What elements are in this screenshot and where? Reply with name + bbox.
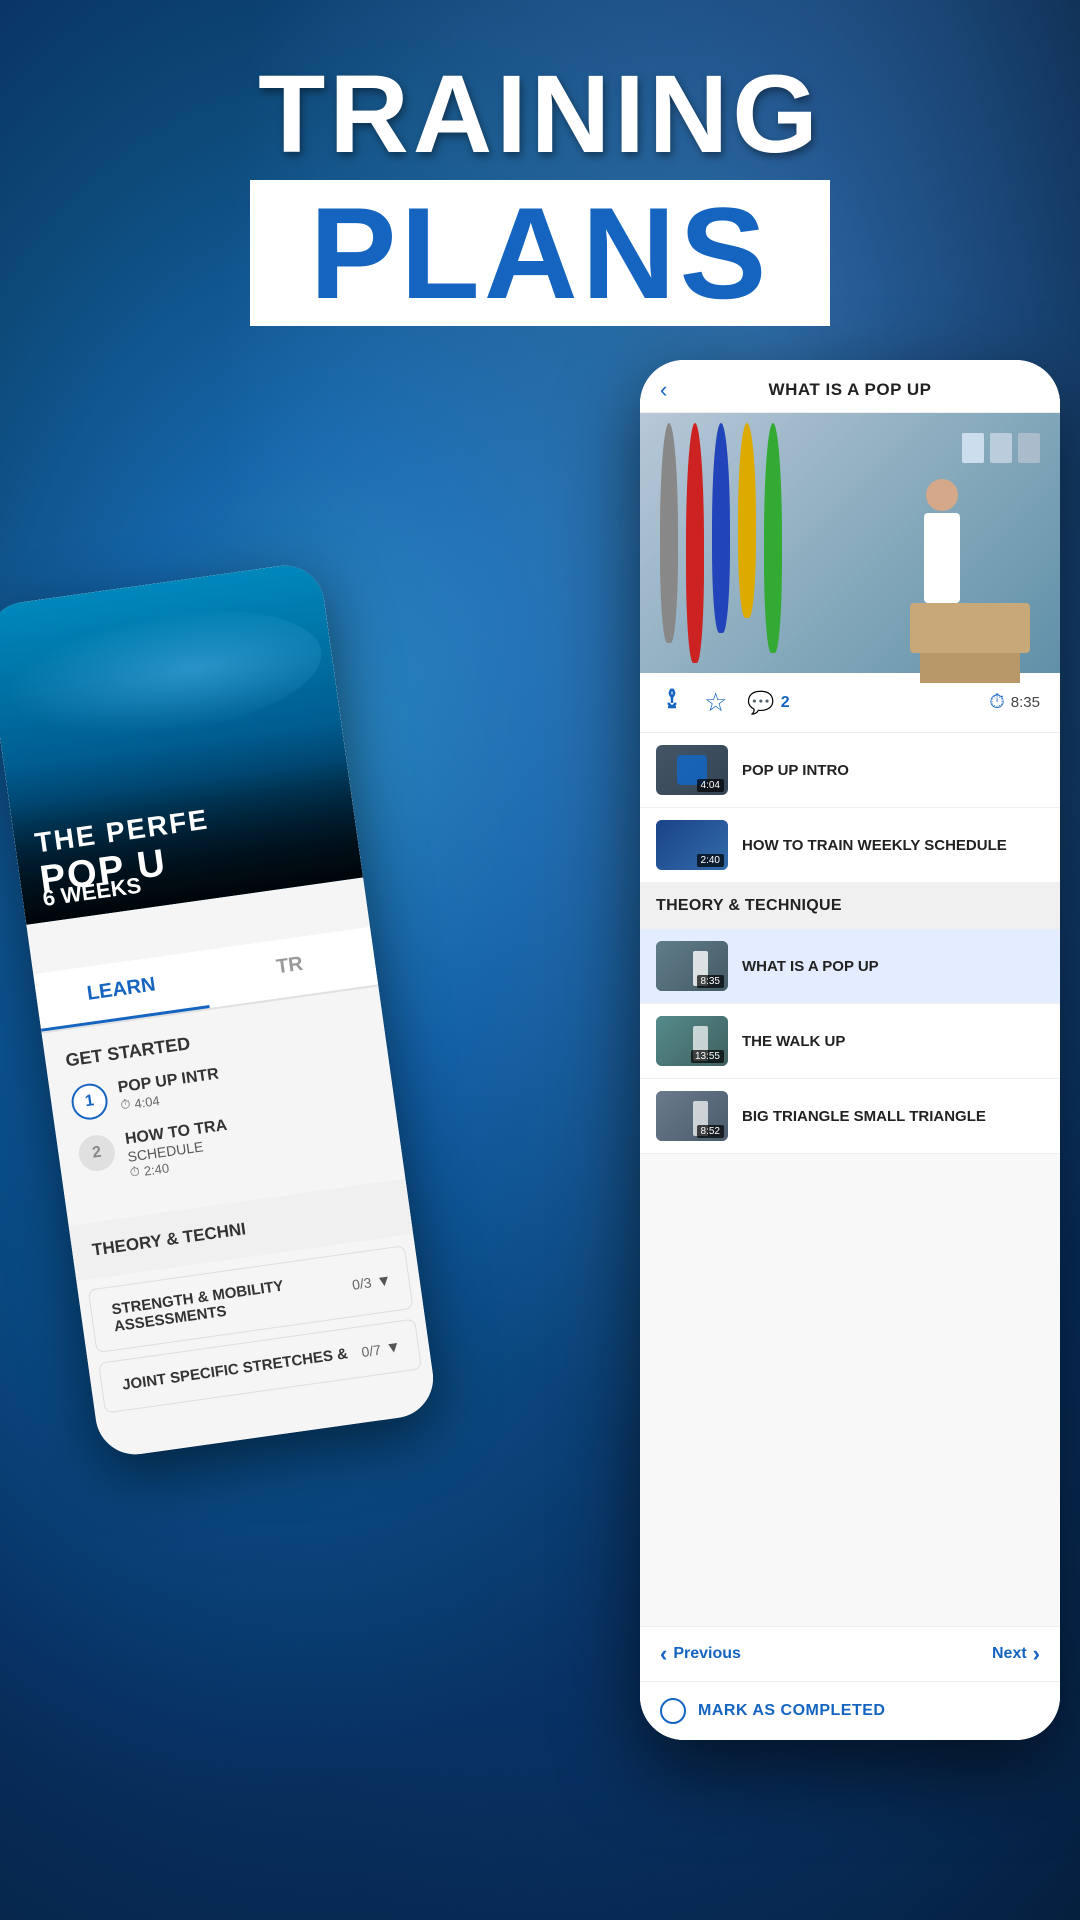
chevron-down-icon-joint: ▾ xyxy=(387,1336,399,1358)
poster-1 xyxy=(962,433,984,463)
comment-count: 2 xyxy=(781,694,790,712)
video-info-how-to-train: HOW TO TRAIN WEEKLY SCHEDULE xyxy=(742,837,1044,854)
joint-title: JOINT SPECIFIC STRETCHES & xyxy=(121,1345,349,1394)
video-item-how-to-train[interactable]: 2:40 HOW TO TRAIN WEEKLY SCHEDULE xyxy=(640,808,1060,883)
duration-text: 8:35 xyxy=(1011,694,1040,711)
training-text: TRAINING xyxy=(0,60,1080,170)
thumb-time-4: 13:55 xyxy=(691,1050,724,1063)
item2-time: 2:40 xyxy=(143,1160,170,1178)
thumb-time-1: 4:04 xyxy=(697,779,724,792)
video-item-walk-up[interactable]: 13:55 THE WALK UP xyxy=(640,1004,1060,1079)
right-phone: ‹ WHAT IS A POP UP xyxy=(640,360,1060,1740)
theory-section-divider: THEORY & TECHNIQUE xyxy=(640,883,1060,929)
video-thumb-big-triangle: 8:52 xyxy=(656,1091,728,1141)
mark-circle-icon xyxy=(660,1698,686,1724)
navigation-bar: ‹ Previous Next › xyxy=(640,1626,1060,1681)
surfboard-4 xyxy=(738,423,756,618)
duration-display: ⏱ 8:35 xyxy=(989,691,1040,714)
download-icon[interactable] xyxy=(660,687,684,718)
surfboard-2 xyxy=(686,423,704,663)
item1-time: 4:04 xyxy=(133,1092,160,1110)
list-info-1: POP UP INTR ⏱ 4:04 xyxy=(117,1066,222,1114)
clock-icon-main: ⏱ xyxy=(989,691,1005,714)
list-num-1: 1 xyxy=(69,1081,110,1122)
person-body xyxy=(924,513,960,603)
theory-video-list: 8:35 WHAT IS A POP UP 13:55 THE WALK UP xyxy=(640,929,1060,1154)
comment-icon: 💬 xyxy=(747,690,774,716)
poster-3 xyxy=(1018,433,1040,463)
clock-icon-1: ⏱ xyxy=(119,1096,131,1113)
list-info-2: HOW TO TRA SCHEDULE ⏱ 2:40 xyxy=(124,1117,233,1181)
video-item-big-triangle[interactable]: 8:52 BIG TRIANGLE SMALL TRIANGLE xyxy=(640,1079,1060,1154)
comments-area[interactable]: 💬 2 xyxy=(747,690,789,716)
video-info-what-popup: WHAT IS A POP UP xyxy=(742,958,1044,975)
surfboard-3 xyxy=(712,423,730,633)
theory-section-title: THEORY & TECHNIQUE xyxy=(656,897,1044,915)
strength-title: STRENGTH & MOBILITY ASSESSMENTS xyxy=(111,1268,355,1335)
person-head xyxy=(926,479,958,511)
surfboard-5 xyxy=(764,423,782,653)
joint-count: 0/7 xyxy=(360,1341,382,1360)
video-info-big-triangle: BIG TRIANGLE SMALL TRIANGLE xyxy=(742,1108,1044,1125)
right-hero-video[interactable] xyxy=(640,413,1060,673)
video-title-big-triangle: BIG TRIANGLE SMALL TRIANGLE xyxy=(742,1108,1044,1125)
thumb-time-2: 2:40 xyxy=(697,854,724,867)
video-info-walk-up: THE WALK UP xyxy=(742,1033,1044,1050)
chevron-down-icon-strength: ▾ xyxy=(378,1269,390,1291)
plans-text: PLANS xyxy=(310,188,771,318)
surfboards-display xyxy=(660,423,780,663)
video-title-how-to-train: HOW TO TRAIN WEEKLY SCHEDULE xyxy=(742,837,1044,854)
mark-completed-bar[interactable]: MARK AS COMPLETED xyxy=(640,1681,1060,1740)
video-item-what-popup[interactable]: 8:35 WHAT IS A POP UP xyxy=(640,929,1060,1004)
list-num-2: 2 xyxy=(76,1133,117,1174)
video-title-walk-up: THE WALK UP xyxy=(742,1033,1044,1050)
bench xyxy=(910,603,1030,653)
clock-icon-2: ⏱ xyxy=(129,1163,141,1180)
right-header-title: WHAT IS A POP UP xyxy=(769,380,932,400)
next-button[interactable]: Next › xyxy=(992,1641,1040,1667)
video-thumb-walk-up: 13:55 xyxy=(656,1016,728,1066)
thumb-time-5: 8:52 xyxy=(697,1125,724,1138)
video-thumb-what-popup: 8:35 xyxy=(656,941,728,991)
star-icon[interactable]: ☆ xyxy=(704,687,727,718)
video-list-top: 4:04 POP UP INTRO 2:40 HOW TO TRAIN WEEK… xyxy=(640,733,1060,883)
poster-2 xyxy=(990,433,1012,463)
right-phone-header: ‹ WHAT IS A POP UP xyxy=(640,360,1060,413)
video-title-what-popup: WHAT IS A POP UP xyxy=(742,958,1044,975)
strength-count: 0/3 xyxy=(351,1274,373,1293)
wall-posters xyxy=(962,433,1040,463)
thumb-time-3: 8:35 xyxy=(697,975,724,988)
next-label: Next xyxy=(992,1645,1027,1663)
video-title-popup-intro: POP UP INTRO xyxy=(742,762,1044,779)
prev-chevron-icon: ‹ xyxy=(660,1641,667,1667)
next-chevron-icon: › xyxy=(1033,1641,1040,1667)
video-item-popup-intro[interactable]: 4:04 POP UP INTRO xyxy=(640,733,1060,808)
prev-label: Previous xyxy=(673,1645,741,1663)
video-thumb-how-to: 2:40 xyxy=(656,820,728,870)
plans-wrap: PLANS xyxy=(250,180,831,326)
video-info-popup-intro: POP UP INTRO xyxy=(742,762,1044,779)
mark-completed-text: MARK AS COMPLETED xyxy=(698,1702,885,1720)
right-phone-inner: ‹ WHAT IS A POP UP xyxy=(640,360,1060,1740)
surfboard-1 xyxy=(660,423,678,643)
back-button[interactable]: ‹ xyxy=(660,377,667,403)
video-thumb-popup-intro: 4:04 xyxy=(656,745,728,795)
prev-button[interactable]: ‹ Previous xyxy=(660,1641,741,1667)
spacer xyxy=(640,1154,1060,1626)
left-hero-image: THE PERFE POP U 6 WEEKS xyxy=(0,561,363,925)
header-title-area: TRAINING PLANS xyxy=(0,60,1080,326)
